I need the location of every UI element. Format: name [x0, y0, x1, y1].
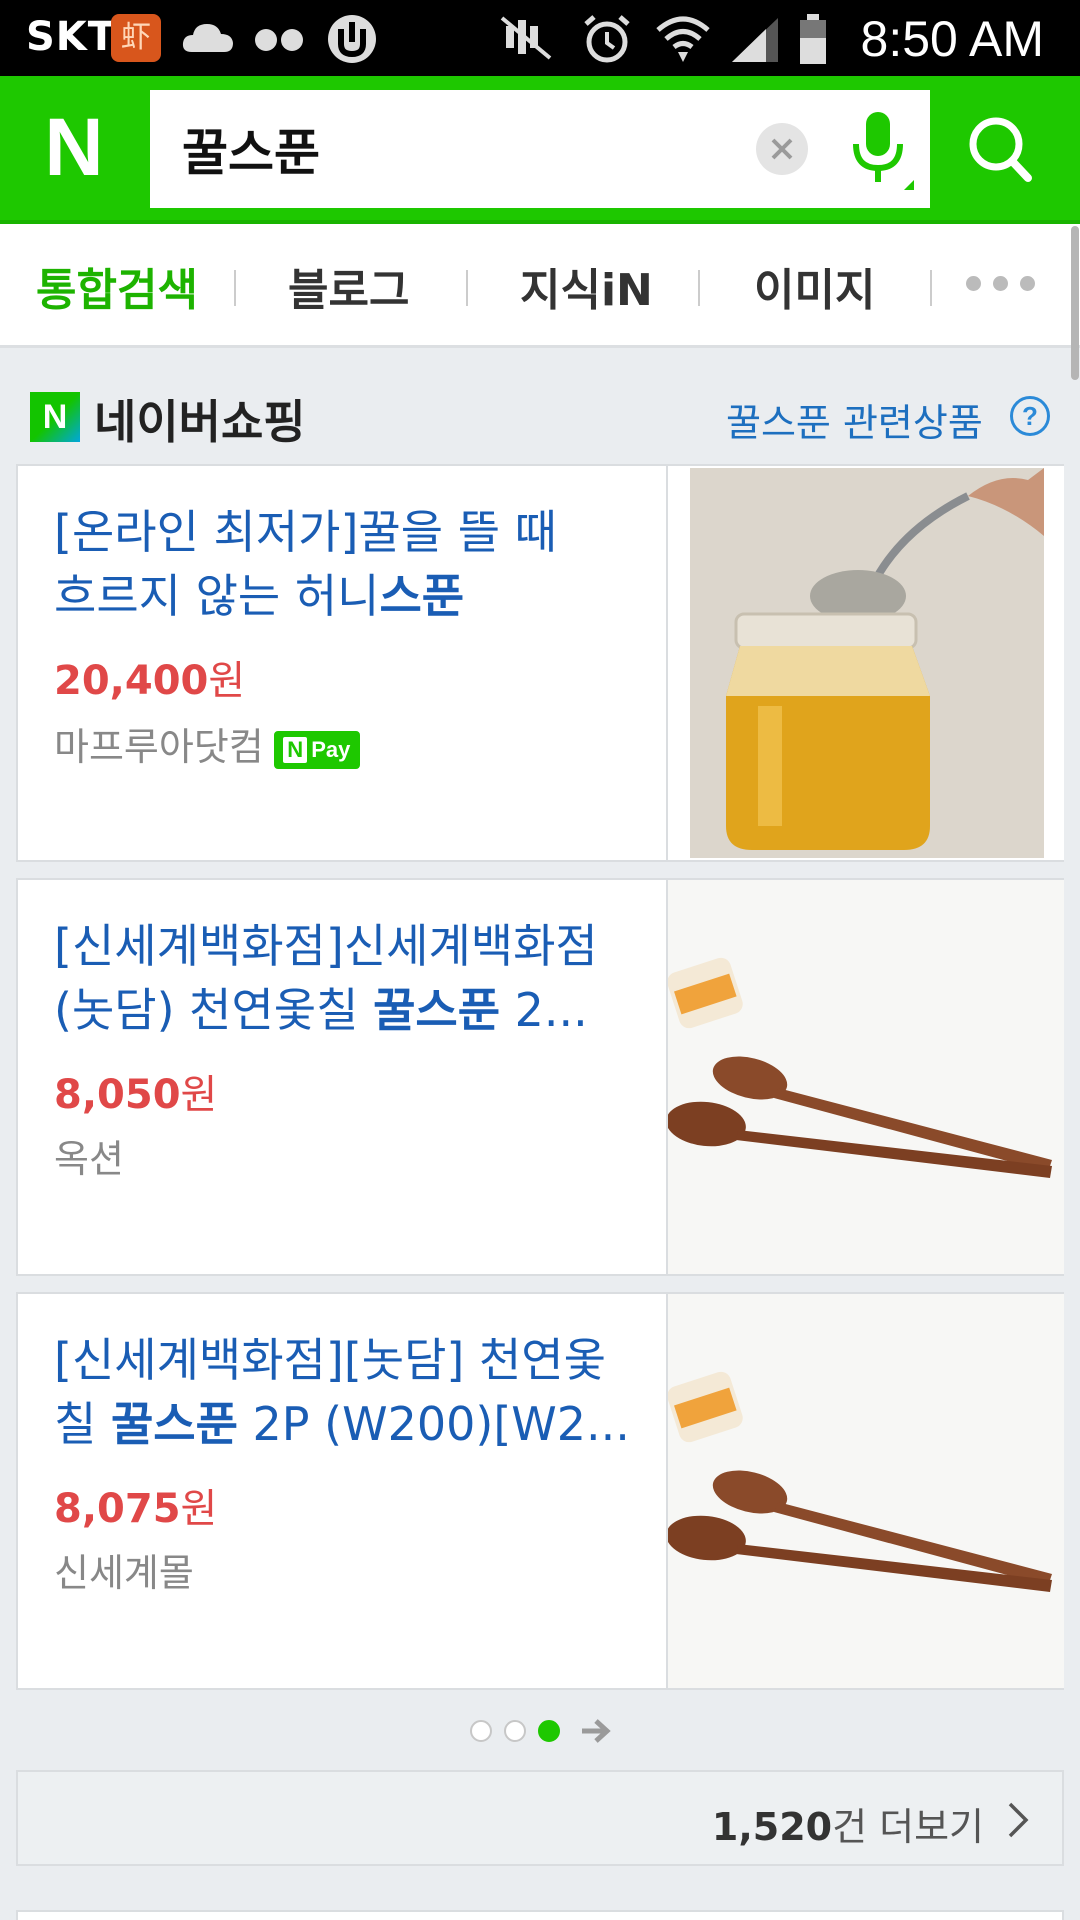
product-seller: 신세계몰 — [54, 1542, 194, 1597]
price-currency: 원 — [180, 1486, 218, 1532]
npay-label: Pay — [311, 736, 351, 762]
more-tabs-icon[interactable] — [966, 276, 1047, 295]
product-price: 20,400원 — [54, 648, 245, 706]
product-title-line: 2... — [500, 983, 588, 1037]
dots-icon — [255, 29, 303, 51]
search-tabs: 통합검색 블로그 지식iN 이미지 — [0, 224, 1080, 348]
product-title[interactable]: [신세계백화점][놋담] 천연옻 칠 꿀스푼 2P (W200)[W2... — [54, 1328, 644, 1456]
tab-blog[interactable]: 블로그 — [288, 254, 409, 318]
price-value: 8,050 — [54, 1072, 181, 1118]
related-products-link[interactable]: 꿀스푼 관련상품 — [726, 392, 983, 447]
section-title[interactable]: 네이버쇼핑 — [94, 386, 306, 452]
product-title-keyword: 스푼 — [379, 569, 465, 623]
price-value: 20,400 — [54, 658, 209, 704]
product-price: 8,050원 — [54, 1062, 217, 1120]
tab-divider — [234, 270, 236, 306]
more-label: 건 더보기 — [832, 1805, 984, 1849]
naver-pay-badge: N Pay — [273, 730, 360, 769]
product-title-line: (놋담) 천연옻칠 — [54, 983, 374, 1037]
product-seller: 마프루아닷컴 N Pay — [54, 716, 360, 771]
product-card[interactable]: [온라인 최저가]꿀을 뜰 때 흐르지 않는 허니스푼 20,400원 마프루아… — [16, 464, 1064, 862]
scrollbar[interactable] — [1071, 226, 1079, 380]
alarm-icon — [584, 15, 630, 63]
clock: 8:50 AM — [860, 11, 1044, 67]
status-bar: SKT 虾 8:50 AM — [0, 0, 1080, 76]
pager-dot-1[interactable] — [470, 1720, 492, 1742]
signal-icon — [732, 18, 778, 62]
search-button[interactable] — [932, 90, 1068, 208]
carrier-label: SKT — [26, 14, 117, 60]
next-arrow-icon[interactable] — [580, 1716, 612, 1746]
seller-name: 마프루아닷컴 — [54, 725, 264, 769]
tab-images[interactable]: 이미지 — [754, 254, 875, 318]
clear-search-button[interactable] — [756, 123, 808, 175]
pager-dot-3[interactable] — [538, 1720, 560, 1742]
wifi-icon — [656, 16, 710, 62]
microphone-icon — [853, 112, 914, 190]
naver-logo-button[interactable]: N — [0, 76, 148, 220]
next-section-card — [16, 1910, 1064, 1920]
result-count: 1,520 — [711, 1805, 833, 1849]
product-title[interactable]: [온라인 최저가]꿀을 뜰 때 흐르지 않는 허니스푼 — [54, 500, 644, 628]
price-currency: 원 — [180, 1072, 218, 1118]
search-icon — [969, 117, 1032, 182]
search-header: N — [0, 76, 1080, 224]
close-icon — [771, 138, 793, 160]
help-icon[interactable]: ? — [1010, 396, 1050, 436]
product-title-keyword: 꿀스푼 — [373, 983, 501, 1037]
product-title-line: 2P (W200)[W2... — [237, 1397, 630, 1451]
product-card[interactable]: [신세계백화점][놋담] 천연옻 칠 꿀스푼 2P (W200)[W2... 8… — [16, 1292, 1064, 1690]
cloud-icon — [182, 24, 233, 52]
more-results-label: 1,520건 더보기 — [712, 1796, 984, 1851]
more-results-button[interactable]: 1,520건 더보기 — [16, 1770, 1064, 1866]
product-title-line: 칠 — [54, 1397, 111, 1451]
tab-divider — [466, 270, 468, 306]
tab-divider — [930, 270, 932, 306]
product-title-line: [신세계백화점]신세계백화점 — [54, 919, 598, 973]
product-title-line: [온라인 최저가]꿀을 뜰 때 — [54, 505, 557, 559]
tab-divider — [698, 270, 700, 306]
search-input[interactable] — [182, 116, 742, 182]
naver-shopping-logo: N — [30, 392, 80, 442]
product-card[interactable]: [신세계백화점]신세계백화점 (놋담) 천연옻칠 꿀스푼 2... 8,050원… — [16, 878, 1064, 1276]
seller-name: 옥션 — [54, 1137, 124, 1181]
product-image-wooden-spoons[interactable] — [668, 880, 1064, 1274]
pager-dot-2[interactable] — [504, 1720, 526, 1742]
npay-n-mark: N — [283, 736, 308, 763]
product-title-keyword: 꿀스푼 — [110, 1397, 238, 1451]
product-image-honey-jar[interactable] — [668, 466, 1064, 860]
product-title-line: 흐르지 않는 허니 — [54, 569, 380, 623]
price-value: 8,075 — [54, 1486, 181, 1532]
product-price: 8,075원 — [54, 1476, 217, 1534]
utorrent-icon — [328, 15, 376, 63]
tab-knowledge-in[interactable]: 지식iN — [520, 254, 653, 318]
price-currency: 원 — [208, 658, 246, 704]
battery-icon — [800, 14, 826, 64]
chevron-right-icon — [1008, 1802, 1029, 1838]
product-title-line: [신세계백화점][놋담] 천연옻 — [54, 1333, 606, 1387]
tab-integrated-search[interactable]: 통합검색 — [36, 254, 198, 318]
voice-search-button[interactable] — [840, 104, 920, 196]
product-image-wooden-spoons[interactable] — [668, 1294, 1064, 1688]
mute-icon — [500, 16, 552, 60]
product-title[interactable]: [신세계백화점]신세계백화점 (놋담) 천연옻칠 꿀스푼 2... — [54, 914, 644, 1042]
app-notification-icon: 虾 — [111, 14, 161, 62]
search-box — [150, 90, 930, 208]
seller-name: 신세계몰 — [54, 1551, 194, 1595]
product-seller: 옥션 — [54, 1128, 124, 1183]
